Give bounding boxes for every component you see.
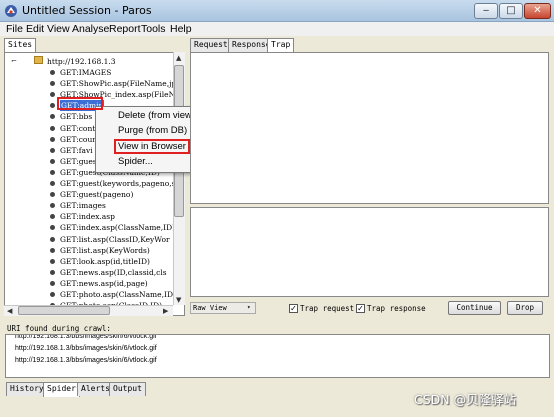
view-mode-select[interactable]: Raw View ▾ — [190, 302, 256, 314]
tree-item[interactable]: GET:photo.asp(ClassName,ID) — [60, 289, 176, 300]
annotation-highlight-view-in-browser — [114, 139, 190, 154]
bullet-icon — [50, 147, 55, 153]
scroll-left-icon[interactable]: ◀ — [7, 306, 12, 316]
context-purge-from-db[interactable]: Purge (from DB) — [118, 125, 187, 137]
bullet-icon — [50, 236, 55, 242]
crawl-output-box[interactable]: http://192.168.1.3/bbs/images/skin/6/vtl… — [5, 334, 550, 378]
tab-trap[interactable]: Trap — [267, 38, 295, 53]
continue-button[interactable]: Continue — [448, 301, 501, 315]
crawl-line: http://192.168.1.3/bbs/images/skin/6/vtl… — [15, 334, 157, 340]
bullet-icon — [50, 158, 55, 164]
window-title: Untitled Session - Paros — [22, 4, 152, 17]
tree-item[interactable]: GET:index.asp — [60, 211, 115, 222]
bullet-icon — [50, 70, 55, 75]
menu-tools[interactable]: Tools — [141, 22, 166, 36]
minimize-icon: ‒ — [482, 5, 490, 16]
watermark: CSDN @贝隆驿站 — [414, 392, 517, 407]
maximize-button[interactable]: □ — [499, 3, 523, 19]
tree-item[interactable]: GET:favi — [60, 145, 93, 156]
trap-request-label: Trap request — [300, 304, 355, 313]
trap-request-pane[interactable] — [190, 52, 549, 204]
chevron-down-icon: ▾ — [247, 304, 251, 311]
bullet-icon — [50, 292, 55, 297]
close-button[interactable]: ✕ — [524, 3, 551, 19]
menu-help[interactable]: Help — [170, 22, 192, 36]
title-bar: Untitled Session - Paros ‒ □ ✕ — [0, 0, 554, 22]
tab-output[interactable]: Output — [109, 382, 146, 396]
menu-bar: File Edit View Analyse Report Tools Help — [0, 22, 554, 36]
crawl-line: http://192.168.1.3/bbs/images/skin/6/vtl… — [15, 357, 157, 364]
tree-item[interactable]: GET:news.asp(ID,classid,cls — [60, 267, 167, 278]
tree-item[interactable]: GET:news.asp(id,page) — [60, 278, 148, 289]
bullet-icon — [50, 269, 55, 275]
trap-response-label: Trap response — [367, 304, 426, 313]
tree-item[interactable]: GET:IMAGES — [60, 67, 111, 78]
tab-sites[interactable]: Sites — [4, 38, 37, 53]
tree-item[interactable]: GET:list.asp(ClassID,KeyWor — [60, 234, 170, 245]
annotation-highlight-admin — [57, 97, 103, 110]
drop-button[interactable]: Drop — [507, 301, 543, 315]
tree-item[interactable]: GET:look.asp(id,titleID) — [60, 256, 150, 267]
tree-item[interactable]: GET:bbs — [60, 111, 92, 122]
tree-item[interactable]: GET:index.asp(ClassName,ID) — [60, 222, 175, 233]
tree-item[interactable]: GET:coun — [60, 134, 97, 145]
menu-report[interactable]: Report — [109, 22, 141, 36]
folder-icon — [34, 56, 43, 64]
tree-item[interactable]: GET:guest(keywords,pageno,s — [60, 178, 175, 189]
close-icon: ✕ — [533, 5, 542, 16]
bullet-icon — [50, 125, 55, 131]
tree-item[interactable]: GET:guest(pageno) — [60, 189, 133, 200]
tree-item[interactable]: GET:images — [60, 200, 106, 211]
tree-expand-icon[interactable]: ⌐ — [11, 56, 17, 66]
trap-response-pane[interactable] — [190, 207, 549, 297]
view-mode-value: Raw View — [193, 304, 227, 312]
context-delete-from-view[interactable]: Delete (from view) — [118, 110, 195, 122]
bullet-icon — [50, 136, 55, 142]
scroll-up-icon[interactable]: ▲ — [176, 53, 181, 63]
tree-horizontal-scroll-thumb[interactable] — [18, 306, 110, 315]
scroll-down-icon[interactable]: ▼ — [176, 295, 181, 305]
bullet-icon — [50, 181, 55, 186]
bullet-icon — [50, 247, 55, 253]
crawl-label: URI found during crawl: — [7, 324, 111, 333]
maximize-icon: □ — [506, 5, 516, 16]
menu-file[interactable]: File — [6, 22, 23, 36]
tree-item[interactable]: GET:cont — [60, 123, 95, 134]
tree-item[interactable]: GET:ShowPic.asp(FileName,jp — [60, 78, 176, 89]
tab-request[interactable]: Request — [190, 38, 232, 52]
menu-analyse[interactable]: Analyse — [72, 22, 109, 36]
tab-history[interactable]: History — [6, 382, 48, 396]
bullet-icon — [50, 169, 55, 175]
paros-logo-icon — [5, 5, 17, 17]
tree-item[interactable]: GET:gues — [60, 156, 97, 167]
tab-spider[interactable]: Spider — [43, 382, 80, 397]
trap-request-checkbox[interactable]: ✓ — [289, 304, 298, 313]
menu-view[interactable]: View — [47, 22, 70, 36]
bullet-icon — [50, 280, 55, 286]
menu-edit[interactable]: Edit — [26, 22, 44, 36]
minimize-button[interactable]: ‒ — [474, 3, 498, 19]
tree-item[interactable]: GET:list.asp(KeyWords) — [60, 245, 150, 256]
scroll-right-icon[interactable]: ▶ — [163, 306, 168, 316]
crawl-line: http://192.168.1.3/bbs/images/skin/6/vtl… — [15, 345, 157, 352]
trap-response-checkbox[interactable]: ✓ — [356, 304, 365, 313]
bullet-icon — [50, 258, 55, 264]
context-spider[interactable]: Spider... — [118, 156, 153, 168]
